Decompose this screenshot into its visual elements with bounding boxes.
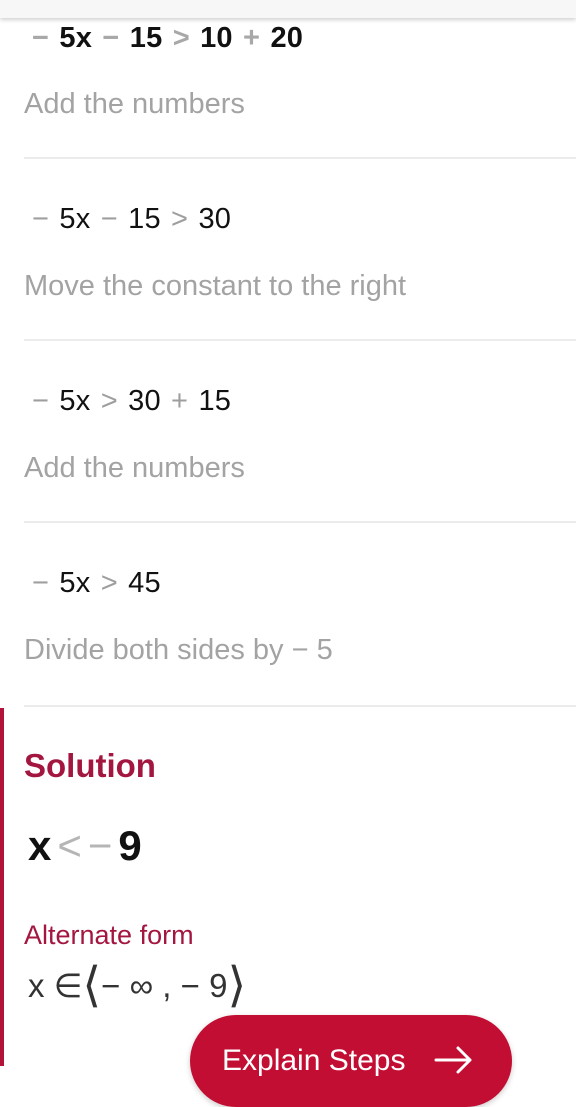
expression-operator: −: [32, 385, 50, 417]
arrow-right-icon: [434, 1046, 472, 1074]
solution-sign: −: [87, 822, 113, 869]
expression-term: 20: [270, 22, 304, 54]
expression-operator: −: [32, 203, 50, 235]
expression-term: 5x: [59, 203, 91, 235]
expression-term: 15: [128, 203, 161, 235]
interval-lower: − ∞: [101, 967, 154, 1004]
expression-term: 30: [198, 203, 232, 235]
step-expression: − 5x − 15 > 30: [30, 202, 231, 236]
solution-value: 9: [118, 822, 142, 869]
explain-steps-label: Explain Steps: [222, 1044, 406, 1077]
step-description: Move the constant to the right: [24, 270, 407, 302]
step-expression: − 5x − 15 > 10 + 20: [30, 21, 303, 55]
solution-accent-bar: [0, 708, 4, 1066]
expression-term: 15: [198, 385, 232, 417]
expression-operator: −: [32, 22, 50, 54]
expression-term: 5x: [59, 385, 91, 417]
divider: [24, 521, 576, 523]
alternate-form-label: Alternate form: [24, 920, 194, 950]
expression-operator: −: [32, 567, 50, 599]
expression-operator: >: [100, 567, 118, 599]
expression-operator: >: [171, 203, 189, 235]
expression-term: 30: [128, 385, 161, 417]
expression-operator: +: [171, 385, 189, 417]
expression-operator: +: [243, 22, 261, 54]
alt-variable: x: [28, 967, 45, 1004]
expression-operator: −: [102, 22, 120, 54]
expression-term: 5x: [59, 22, 93, 54]
explain-steps-button[interactable]: Explain Steps: [190, 1015, 512, 1107]
alternate-form-expression: x ∈⟨− ∞ , − 9⟩: [28, 962, 246, 1010]
step-description: Divide both sides by − 5: [24, 634, 333, 666]
divider: [24, 339, 576, 341]
interval-separator: ,: [162, 967, 172, 1004]
right-angle-bracket: ⟩: [227, 959, 247, 1012]
solution-title: Solution: [24, 747, 156, 784]
divider: [24, 157, 576, 159]
expression-term: 15: [129, 22, 163, 54]
element-of-symbol: ∈: [53, 967, 83, 1004]
step-description: Add the numbers: [24, 88, 245, 120]
divider: [24, 705, 576, 707]
expression-operator: >: [172, 22, 190, 54]
expression-term: 45: [128, 567, 161, 599]
solution-variable: x: [28, 822, 52, 869]
solution-expression: x < −9: [28, 822, 142, 870]
top-app-bar: [0, 0, 576, 18]
expression-term: 5x: [59, 567, 91, 599]
step-expression: − 5x > 30 + 15: [30, 384, 231, 418]
step-description: Add the numbers: [24, 452, 245, 484]
interval-upper: − 9: [180, 967, 228, 1004]
expression-term: 10: [200, 22, 233, 54]
expression-operator: −: [100, 203, 118, 235]
left-angle-bracket: ⟨: [82, 959, 102, 1012]
step-expression: − 5x > 45: [30, 566, 161, 600]
expression-operator: >: [100, 385, 118, 417]
solution-relation: <: [57, 822, 82, 869]
